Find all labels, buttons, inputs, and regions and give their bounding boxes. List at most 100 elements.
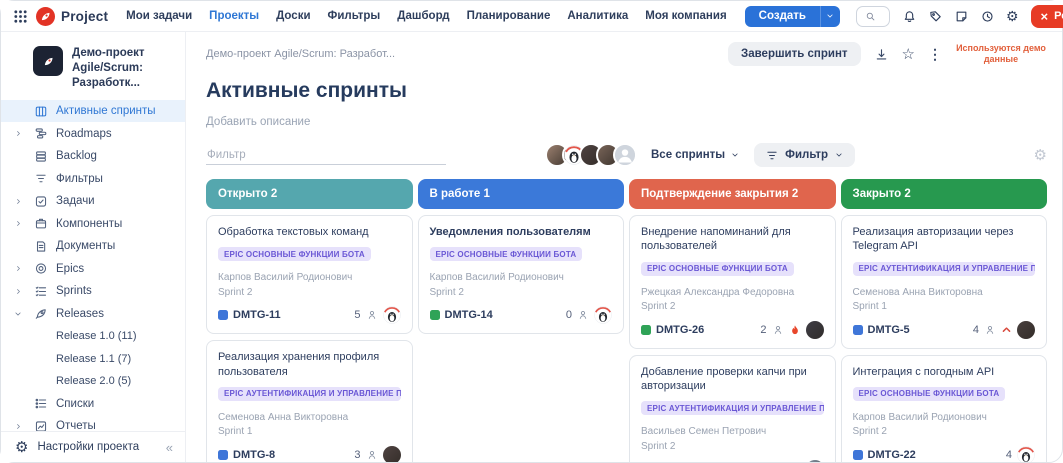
issue-key[interactable]: DMTG-5 <box>868 324 910 336</box>
create-dropdown-button[interactable] <box>819 5 840 27</box>
sidebar-item-label: Epics <box>56 262 85 275</box>
task-card-DMTG-11[interactable]: Обработка текстовых команд EPIC ОСНОВНЫЕ … <box>206 215 413 335</box>
sidebar-item-backlog[interactable]: Backlog <box>1 145 185 168</box>
nav-projects[interactable]: Проекты <box>209 10 259 22</box>
board-filter-input[interactable] <box>206 145 446 165</box>
topbar-icons: ⚙ <box>902 9 1019 24</box>
sidebar-item-release-1-0[interactable]: Release 1.0 (11) <box>1 325 185 348</box>
chevron-down-icon[interactable] <box>11 309 25 319</box>
issue-key[interactable]: DMTG-22 <box>868 449 916 461</box>
sidebar-item-sprints[interactable]: Sprints <box>1 280 185 303</box>
star-icon[interactable]: ☆ <box>902 47 915 62</box>
chevron-right-icon[interactable] <box>11 422 25 431</box>
nav-company[interactable]: Моя компания <box>645 10 726 22</box>
chevron-right-icon[interactable] <box>11 129 25 138</box>
sidebar-item-label: Release 1.1 (7) <box>56 352 132 365</box>
apps-grid-icon[interactable] <box>13 9 28 24</box>
issue-type-icon <box>429 310 440 321</box>
epic-badge[interactable]: EPIC ОСНОВНЫЕ ФУНКЦИИ БОТА <box>429 247 583 262</box>
sidebar-item-release-1-1[interactable]: Release 1.1 (7) <box>1 347 185 370</box>
breadcrumb[interactable]: Демо-проект Agile/Scrum: Разработ... <box>206 48 395 60</box>
admin-mode-button[interactable]: × Режим администратора <box>1030 4 1063 28</box>
chevron-right-icon[interactable] <box>11 264 25 273</box>
search-box[interactable] <box>855 5 890 27</box>
column-body: Внедрение напоминаний для пользователей E… <box>629 215 836 462</box>
task-card-DMTG-26[interactable]: Внедрение напоминаний для пользователей E… <box>629 215 836 349</box>
epic-badge[interactable]: EPIC ОСНОВНЫЕ ФУНКЦИИ БОТА <box>641 261 794 276</box>
more-options-icon[interactable]: ⋮ <box>928 47 942 61</box>
sidebar-item-active-sprints[interactable]: Активные спринты <box>1 99 185 123</box>
chevron-right-icon[interactable] <box>11 197 25 206</box>
task-card-DMTG-5[interactable]: Реализация авторизации через Telegram AP… <box>840 215 1047 349</box>
issue-key[interactable]: DMTG-11 <box>233 309 281 321</box>
filter-button[interactable]: Фильтр <box>754 143 856 167</box>
sprint-selector-label: Все спринты <box>651 149 726 161</box>
sidebar-item-release-2-0[interactable]: Release 2.0 (5) <box>1 370 185 393</box>
avatar[interactable] <box>613 143 637 167</box>
sidebar-item-label: Активные спринты <box>56 105 156 118</box>
project-settings[interactable]: ⚙ Настройки проекта « <box>1 431 185 462</box>
sidebar-item-lists[interactable]: Списки <box>1 392 185 415</box>
task-card-DMTG-21[interactable]: Добавление проверки капчи при авторизаци… <box>629 354 836 462</box>
nav-dashboard[interactable]: Дашборд <box>397 10 449 22</box>
card-sprint: Sprint 2 <box>852 426 887 438</box>
epic-badge[interactable]: EPIC АУТЕНТИФИКАЦИЯ И УПРАВЛЕНИЕ ПОЛЬЗОВ… <box>852 261 1035 276</box>
sidebar-item-reports[interactable]: Отчеты <box>1 415 185 431</box>
task-card-DMTG-8[interactable]: Реализация хранения профиля пользователя… <box>206 340 413 462</box>
column-header[interactable]: В работе 1 <box>417 179 624 209</box>
column-header[interactable]: Открыто 2 <box>206 179 413 209</box>
avatar <box>382 306 401 325</box>
filter-icon <box>33 171 49 186</box>
card-sprint: Sprint 1 <box>218 426 253 438</box>
bell-icon[interactable] <box>902 9 917 24</box>
collapse-sidebar-icon[interactable]: « <box>166 440 173 455</box>
chevron-right-icon[interactable] <box>11 219 25 228</box>
nav-my-tasks[interactable]: Мои задачи <box>126 10 192 22</box>
app-body: Демо-проект Agile/Scrum: Разработк... Ак… <box>1 32 1062 462</box>
gear-icon[interactable]: ⚙ <box>1006 9 1019 23</box>
nav-analytics[interactable]: Аналитика <box>567 10 628 22</box>
add-description-link[interactable]: Добавить описание <box>206 116 1047 128</box>
sidebar-item-label: Фильтры <box>56 172 103 185</box>
issue-key[interactable]: DMTG-26 <box>656 324 704 336</box>
download-icon[interactable] <box>874 47 889 62</box>
sidebar-item-tasks[interactable]: Задачи <box>1 190 185 213</box>
column-header[interactable]: Подтверждение закрытия 2 <box>629 179 836 209</box>
issue-key[interactable]: DMTG-14 <box>445 309 493 321</box>
sidebar-menu: Активные спринты Roadmaps Backlog Фильтры За… <box>1 99 185 431</box>
task-card-DMTG-22[interactable]: Интеграция с погодным API EPIC ОСНОВНЫЕ Ф… <box>840 354 1047 462</box>
chevron-right-icon[interactable] <box>11 287 25 296</box>
tag-icon[interactable] <box>928 9 943 24</box>
sidebar-item-documents[interactable]: Документы <box>1 235 185 258</box>
note-icon[interactable] <box>954 9 969 24</box>
nav-planning[interactable]: Планирование <box>467 10 551 22</box>
column-header[interactable]: Закрыто 2 <box>840 179 1047 209</box>
sidebar-item-filters[interactable]: Фильтры <box>1 167 185 190</box>
app-logo[interactable]: Project <box>36 6 109 26</box>
avatar <box>594 306 612 325</box>
epic-badge[interactable]: EPIC АУТЕНТИФИКАЦИЯ И УПРАВЛЕНИЕ ПОЛЬЗОВ… <box>218 386 401 401</box>
complete-sprint-button[interactable]: Завершить спринт <box>728 42 861 66</box>
card-title: Интеграция с погодным API <box>852 365 995 378</box>
sidebar-item-roadmaps[interactable]: Roadmaps <box>1 122 185 145</box>
sidebar-item-components[interactable]: Компоненты <box>1 212 185 235</box>
sprint-selector[interactable]: Все спринты <box>651 149 740 161</box>
history-icon[interactable] <box>980 9 995 24</box>
project-header[interactable]: Демо-проект Agile/Scrum: Разработк... <box>1 38 185 100</box>
epic-badge[interactable]: EPIC АУТЕНТИФИКАЦИЯ И УПРАВЛЕНИЕ ПОЛЬЗОВ… <box>641 401 824 416</box>
nav-boards[interactable]: Доски <box>276 10 310 22</box>
sprint-icon <box>33 284 49 299</box>
board-settings-icon[interactable]: ⚙ <box>1034 148 1047 163</box>
card-assignee: Карпов Василий Родионович <box>429 272 564 284</box>
epic-badge[interactable]: EPIC ОСНОВНЫЕ ФУНКЦИИ БОТА <box>852 386 1006 401</box>
sidebar-item-releases[interactable]: Releases <box>1 302 185 325</box>
task-card-DMTG-14[interactable]: Уведомления пользователям EPIC ОСНОВНЫЕ Ф… <box>417 215 624 335</box>
logo-text: Project <box>61 8 109 24</box>
sidebar-item-epics[interactable]: Epics <box>1 257 185 280</box>
assignee-person-icon <box>577 309 589 321</box>
nav-filters[interactable]: Фильтры <box>328 10 381 22</box>
create-button[interactable]: Создать <box>744 5 820 27</box>
assignee-person-icon <box>772 324 784 336</box>
issue-key[interactable]: DMTG-8 <box>233 449 275 461</box>
epic-badge[interactable]: EPIC ОСНОВНЫЕ ФУНКЦИИ БОТА <box>218 247 371 262</box>
